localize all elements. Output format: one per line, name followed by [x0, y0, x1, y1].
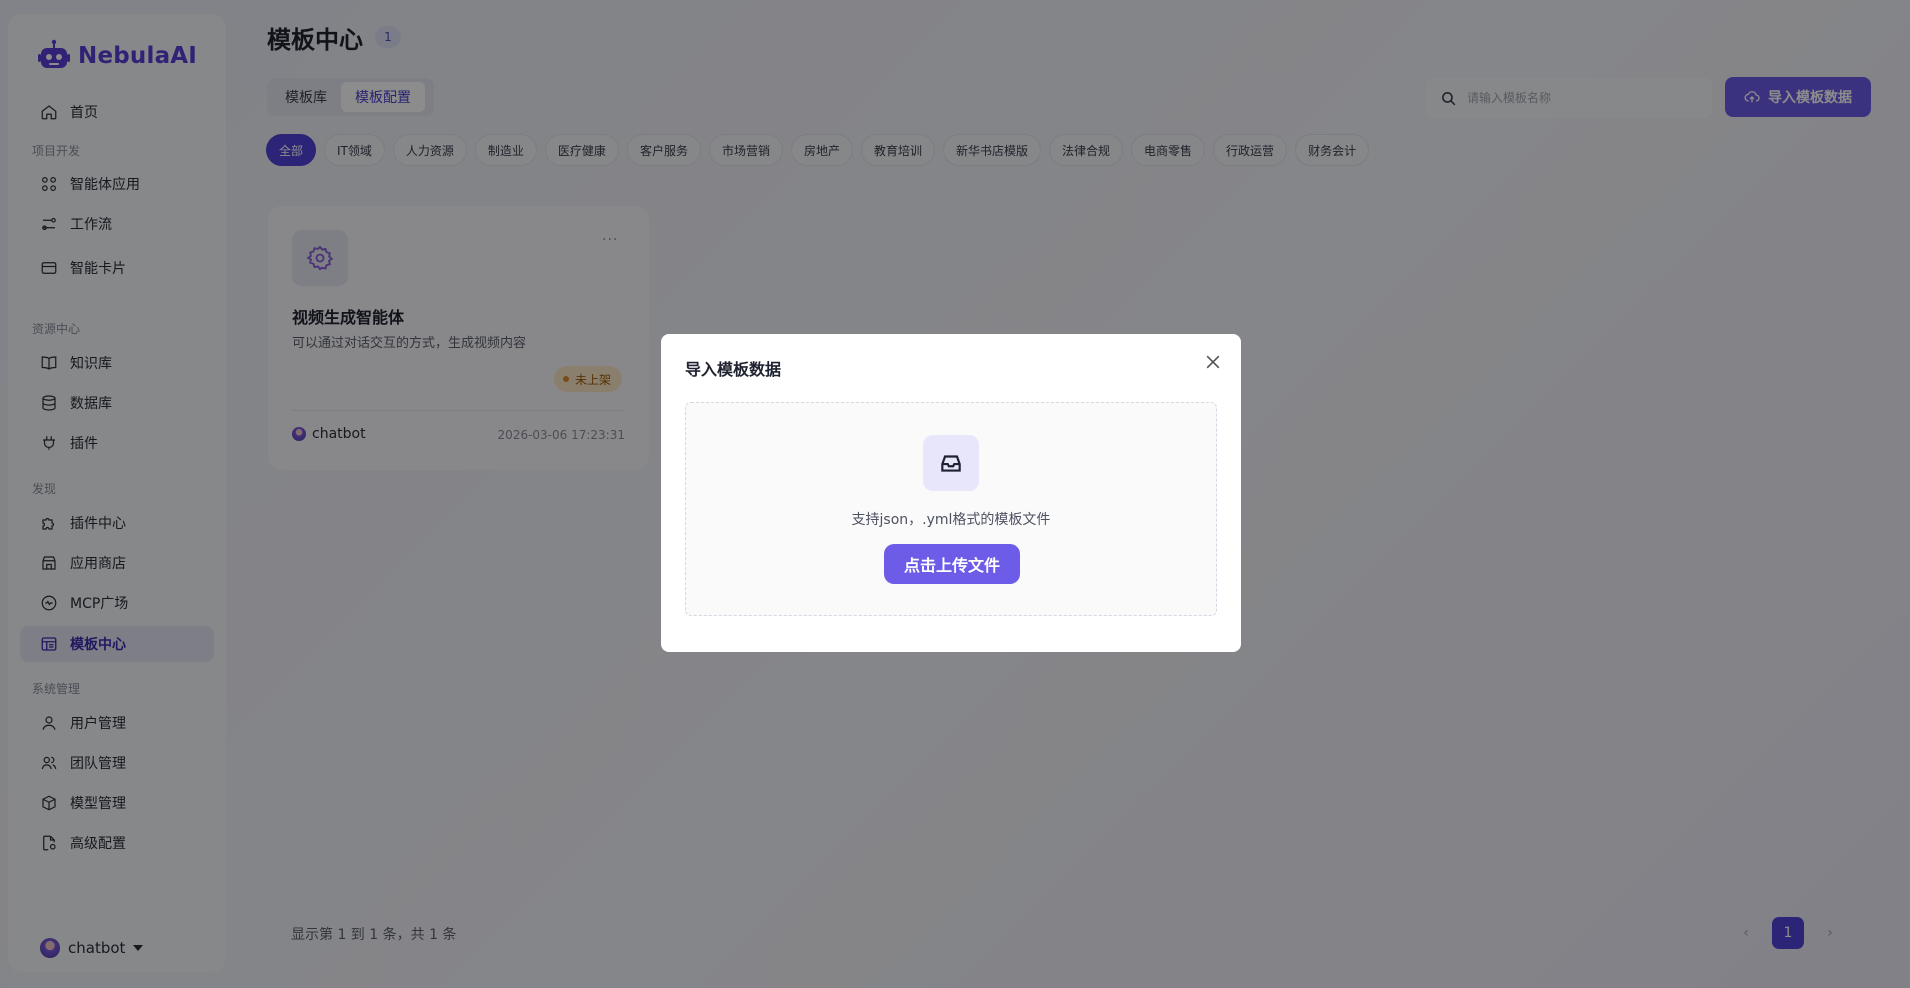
dropzone-hint: 支持json，.yml格式的模板文件 [851, 512, 1051, 528]
upload-file-button[interactable]: 点击上传文件 [884, 544, 1020, 584]
file-dropzone[interactable]: 支持json，.yml格式的模板文件 点击上传文件 [685, 402, 1217, 616]
dropzone-icon [923, 435, 979, 491]
close-icon[interactable] [1203, 352, 1223, 372]
import-template-dialog: 导入模板数据 支持json，.yml格式的模板文件 点击上传文件 [661, 334, 1241, 652]
inbox-icon [941, 455, 961, 472]
dialog-title: 导入模板数据 [685, 360, 782, 379]
